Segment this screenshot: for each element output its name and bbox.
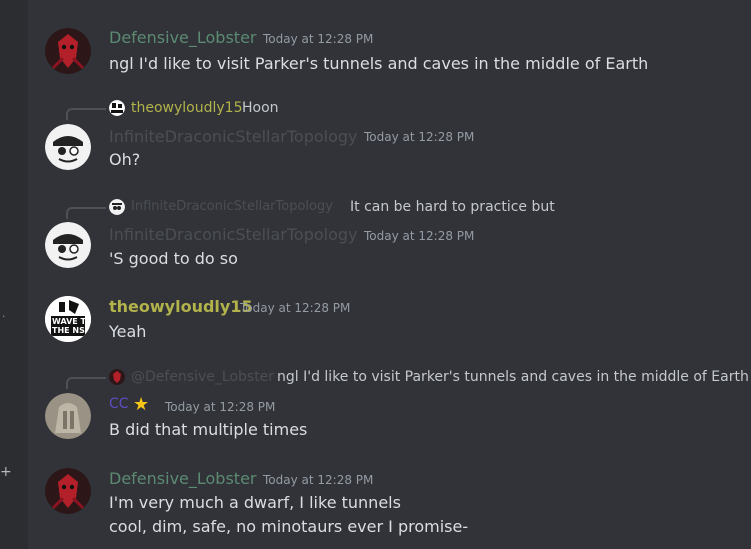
red-mask-avatar-icon — [109, 369, 125, 385]
avatar-caption: THE NSA — [52, 326, 91, 335]
timestamp: Today at 12:28 PM — [240, 301, 351, 315]
skull-face-avatar-icon — [109, 199, 125, 215]
skull-face-avatar-icon[interactable] — [45, 222, 91, 268]
reply-connector — [66, 207, 106, 219]
reply-author[interactable]: theowyloudly15 — [131, 100, 242, 116]
reply-text[interactable]: Hoon — [242, 100, 279, 116]
message-text: Oh? — [109, 150, 141, 169]
timestamp: Today at 12:28 PM — [263, 32, 374, 46]
author-name[interactable]: Defensive_Lobster — [109, 28, 256, 47]
reply-text[interactable]: ngl I'd like to visit Parker's tunnels a… — [277, 369, 749, 385]
timestamp: Today at 12:28 PM — [263, 473, 374, 487]
message-text: cool, dim, safe, no minotaurs ever I pro… — [109, 517, 469, 536]
timestamp: Today at 12:28 PM — [364, 130, 475, 144]
skull-face-avatar-icon[interactable] — [45, 124, 91, 170]
star-icon: ★ — [133, 394, 150, 415]
message-text: ngl I'd like to visit Parker's tunnels a… — [109, 54, 649, 73]
red-mask-avatar-icon[interactable] — [45, 28, 91, 74]
timestamp: Today at 12:28 PM — [165, 400, 276, 414]
author-name[interactable]: InfiniteDraconicStellarTopology — [109, 225, 358, 244]
timestamp: Today at 12:28 PM — [364, 229, 475, 243]
author-name[interactable]: CC — [109, 396, 129, 412]
author-name[interactable]: InfiniteDraconicStellarTopology — [109, 127, 358, 146]
reply-author[interactable]: @Defensive_Lobster — [131, 369, 274, 385]
reply-text[interactable]: It can be hard to practice but — [350, 199, 555, 215]
reply-connector — [66, 108, 106, 120]
gutter-plus-icon[interactable]: + — [0, 464, 12, 480]
author-name[interactable]: theowyloudly15 — [109, 297, 253, 316]
statue-avatar-icon[interactable] — [45, 393, 91, 439]
author-name[interactable]: Defensive_Lobster — [109, 469, 256, 488]
reply-connector — [66, 377, 106, 389]
left-gutter: · + — [0, 0, 28, 549]
message-text: I'm very much a dwarf, I like tunnels — [109, 493, 401, 512]
avatar-caption: WAVE TO — [52, 317, 91, 326]
message-text: Yeah — [109, 322, 147, 341]
message-text: B did that multiple times — [109, 420, 308, 439]
wave-to-the-nsa-avatar-icon — [109, 100, 125, 116]
red-mask-avatar-icon[interactable] — [45, 468, 91, 514]
reply-author[interactable]: InfiniteDraconicStellarTopology — [131, 199, 333, 214]
wave-to-the-nsa-avatar-icon[interactable]: WAVE TO THE NSA — [45, 296, 91, 342]
message-text: 'S good to do so — [109, 249, 238, 268]
gutter-dot: · — [2, 310, 6, 323]
